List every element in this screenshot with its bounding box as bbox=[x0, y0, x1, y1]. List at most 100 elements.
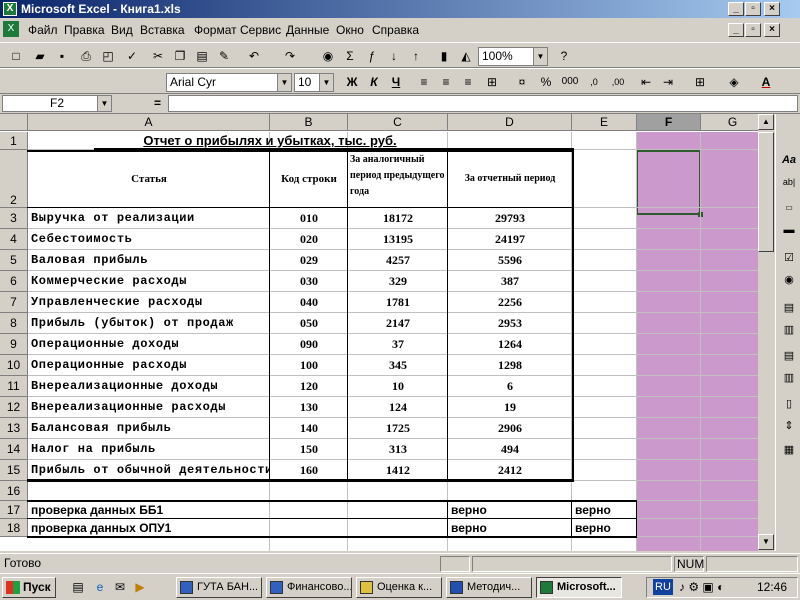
control-properties-icon[interactable]: ▦ bbox=[779, 440, 799, 460]
decrease-indent-icon[interactable]: ⇤ bbox=[636, 72, 656, 92]
paste-icon[interactable]: ▤ bbox=[192, 46, 212, 66]
article-cell[interactable]: Операционные доходы bbox=[31, 334, 269, 355]
print-preview-icon[interactable]: ◰ bbox=[98, 46, 118, 66]
sort-desc-icon[interactable]: ↑ bbox=[406, 46, 426, 66]
prev-value-cell[interactable]: 345 bbox=[348, 355, 448, 376]
column-header-b[interactable]: B bbox=[270, 114, 348, 131]
help-icon[interactable]: ? bbox=[554, 46, 574, 66]
formula-input[interactable] bbox=[168, 95, 798, 112]
prev-value-cell[interactable]: 1412 bbox=[348, 460, 448, 481]
current-value-cell[interactable]: 6 bbox=[448, 376, 572, 397]
media-player-icon[interactable]: ▶ bbox=[132, 579, 148, 595]
fill-color-icon[interactable]: ◈ bbox=[724, 72, 744, 92]
vertical-scrollbar[interactable]: ▲ ▼ bbox=[758, 114, 775, 551]
combo-list-edit-icon[interactable]: ▤ bbox=[779, 346, 799, 366]
header-current-period[interactable]: За отчетный период bbox=[450, 150, 570, 208]
article-cell[interactable]: Прибыль от обычной деятельности bbox=[31, 460, 269, 481]
row-header-18[interactable]: 18 bbox=[0, 519, 28, 537]
group-box-icon[interactable]: ▭ bbox=[779, 198, 799, 218]
task-metodich[interactable]: Методич... bbox=[446, 577, 532, 598]
current-value-cell[interactable]: 2953 bbox=[448, 313, 572, 334]
excel-app-icon[interactable]: X bbox=[3, 2, 17, 16]
borders-icon[interactable]: ⊞ bbox=[690, 72, 710, 92]
current-value-cell[interactable]: 2256 bbox=[448, 292, 572, 313]
menu-window[interactable]: Окно bbox=[336, 23, 364, 37]
option-button-icon[interactable]: ◉ bbox=[779, 270, 799, 290]
current-value-cell[interactable]: 5596 bbox=[448, 250, 572, 271]
align-center-icon[interactable]: ≡ bbox=[436, 72, 456, 92]
row-header-2[interactable]: 2 bbox=[0, 150, 28, 208]
select-all-corner[interactable] bbox=[0, 114, 28, 131]
code-cell[interactable]: 010 bbox=[270, 208, 348, 229]
row-header-11[interactable]: 11 bbox=[0, 376, 28, 397]
menu-format[interactable]: Формат bbox=[194, 23, 237, 37]
row-header-1[interactable]: 1 bbox=[0, 132, 28, 150]
column-header-f[interactable]: F bbox=[637, 114, 701, 131]
prev-value-cell[interactable]: 124 bbox=[348, 397, 448, 418]
prev-value-cell[interactable]: 329 bbox=[348, 271, 448, 292]
scroll-thumb[interactable] bbox=[758, 132, 774, 252]
article-cell[interactable]: Управленческие расходы bbox=[31, 292, 269, 313]
chevron-down-icon[interactable]: ▼ bbox=[97, 96, 111, 111]
start-button[interactable]: Пуск bbox=[2, 577, 56, 598]
row-header-8[interactable]: 8 bbox=[0, 313, 28, 334]
comma-style-icon[interactable]: 000 bbox=[560, 72, 580, 92]
spinner-icon[interactable]: ⇕ bbox=[779, 416, 799, 436]
code-cell[interactable]: 090 bbox=[270, 334, 348, 355]
task-microsoft-excel[interactable]: Microsoft... bbox=[536, 577, 622, 598]
checkbox-icon[interactable]: ☑ bbox=[779, 248, 799, 268]
current-value-cell[interactable]: 29793 bbox=[448, 208, 572, 229]
row-header-13[interactable]: 13 bbox=[0, 418, 28, 439]
button-icon[interactable]: ▬ bbox=[779, 220, 799, 240]
code-cell[interactable]: 120 bbox=[270, 376, 348, 397]
code-cell[interactable]: 050 bbox=[270, 313, 348, 334]
undo-icon[interactable]: ↶ bbox=[244, 46, 264, 66]
sort-asc-icon[interactable]: ↓ bbox=[384, 46, 404, 66]
decrease-decimal-icon[interactable]: ,00 bbox=[608, 72, 628, 92]
zoom-select[interactable]: 100% ▼ bbox=[478, 47, 548, 66]
formula-equals-label[interactable]: = bbox=[154, 96, 161, 110]
prev-value-cell[interactable]: 10 bbox=[348, 376, 448, 397]
current-value-cell[interactable]: 19 bbox=[448, 397, 572, 418]
menu-file[interactable]: Файл bbox=[28, 23, 58, 37]
code-cell[interactable]: 160 bbox=[270, 460, 348, 481]
prev-value-cell[interactable]: 2147 bbox=[348, 313, 448, 334]
save-icon[interactable]: ▪ bbox=[52, 46, 72, 66]
outlook-icon[interactable]: ✉ bbox=[112, 579, 128, 595]
row-header-6[interactable]: 6 bbox=[0, 271, 28, 292]
check-result-e[interactable]: верно bbox=[575, 501, 637, 519]
increase-indent-icon[interactable]: ⇥ bbox=[658, 72, 678, 92]
open-icon[interactable]: ▰ bbox=[30, 46, 50, 66]
code-cell[interactable]: 030 bbox=[270, 271, 348, 292]
worksheet-grid[interactable]: A B C D E F G 1 2 3 4 5 6 7 8 9 10 11 12 13 14 15 16 17 1… bbox=[0, 114, 758, 551]
menu-edit[interactable]: Правка bbox=[64, 23, 105, 37]
article-cell[interactable]: Внереализационные доходы bbox=[31, 376, 269, 397]
task-finansovo[interactable]: Финансово... bbox=[266, 577, 352, 598]
doc-minimize-icon[interactable]: _ bbox=[728, 23, 744, 37]
article-cell[interactable]: Прибыль (убыток) от продаж bbox=[31, 313, 269, 334]
active-cell-f2[interactable] bbox=[636, 150, 701, 215]
maximize-icon[interactable]: ▫ bbox=[745, 2, 761, 16]
article-cell[interactable]: Балансовая прибыль bbox=[31, 418, 269, 439]
chevron-down-icon[interactable]: ▼ bbox=[277, 74, 291, 91]
copy-icon[interactable]: ❐ bbox=[170, 46, 190, 66]
article-cell[interactable]: Операционные расходы bbox=[31, 355, 269, 376]
header-article[interactable]: Статья bbox=[30, 150, 268, 208]
code-cell[interactable]: 020 bbox=[270, 229, 348, 250]
code-cell[interactable]: 150 bbox=[270, 439, 348, 460]
function-icon[interactable]: ƒ bbox=[362, 46, 382, 66]
article-cell[interactable]: Выручка от реализации bbox=[31, 208, 269, 229]
merge-center-icon[interactable]: ⊞ bbox=[482, 72, 502, 92]
drawing-icon[interactable]: ◭ bbox=[456, 46, 476, 66]
row-header-9[interactable]: 9 bbox=[0, 334, 28, 355]
row-header-4[interactable]: 4 bbox=[0, 229, 28, 250]
redo-icon[interactable]: ↷ bbox=[280, 46, 300, 66]
edit-box-icon[interactable]: ab| bbox=[779, 172, 799, 192]
font-color-icon[interactable]: A bbox=[756, 72, 776, 92]
row-header-7[interactable]: 7 bbox=[0, 292, 28, 313]
row-header-14[interactable]: 14 bbox=[0, 439, 28, 460]
check-result-e[interactable]: верно bbox=[575, 519, 637, 537]
spelling-icon[interactable]: ✓ bbox=[122, 46, 142, 66]
name-box[interactable]: F2 ▼ bbox=[2, 95, 112, 112]
new-icon[interactable]: □ bbox=[6, 46, 26, 66]
